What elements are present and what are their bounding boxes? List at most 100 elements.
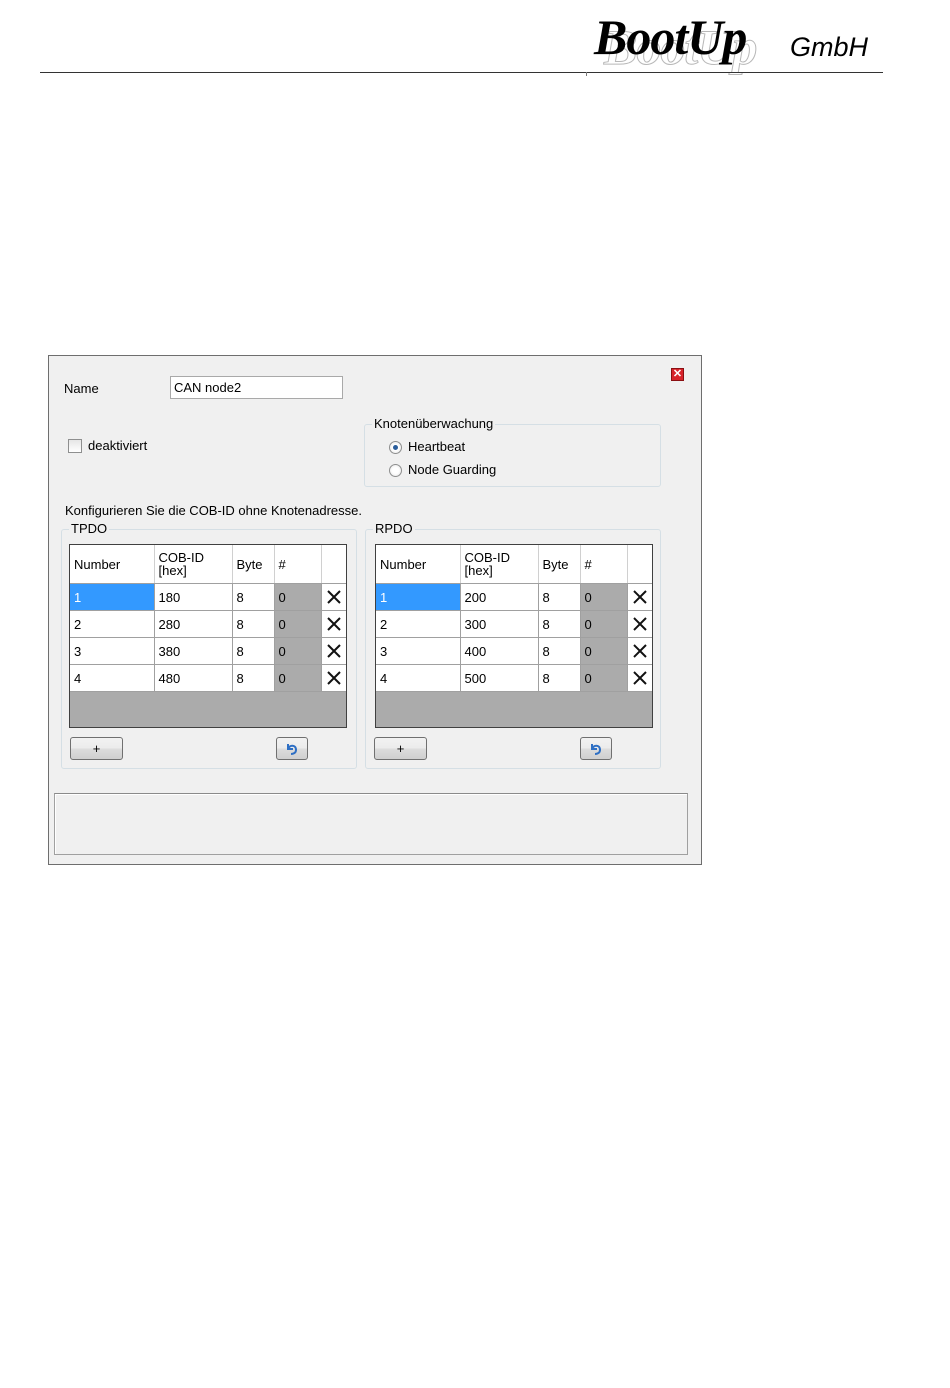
undo-icon [287,744,298,755]
delete-x-icon [632,671,647,685]
rpdo-byte-cell[interactable]: 8 [538,637,581,665]
rpdo-group-title: RPDO [373,521,415,536]
column-header-count[interactable]: # [580,545,628,584]
monitoring-group-title: Knotenüberwachung [372,416,496,431]
tpdo-byte-cell[interactable]: 8 [232,637,275,665]
tpdo-cob-id-cell[interactable]: 380 [154,637,233,665]
delete-row-button[interactable] [321,610,346,638]
heartbeat-label: Heartbeat [408,439,466,454]
column-header-count[interactable]: # [274,545,322,584]
rpdo-byte-cell[interactable]: 8 [538,583,581,611]
column-header-cob-id[interactable]: COB-ID [hex] [154,545,233,584]
column-header-number[interactable]: Number [376,545,461,584]
tpdo-count-cell: 0 [274,664,322,692]
table-row[interactable]: 2 300 8 0 [376,610,652,638]
delete-row-button[interactable] [627,583,652,611]
column-header-byte[interactable]: Byte [232,545,275,584]
rpdo-count-cell: 0 [580,664,628,692]
undo-tpdo-button[interactable] [276,737,308,760]
tpdo-number-cell[interactable]: 1 [70,583,155,611]
close-icon: ✕ [672,368,683,380]
tpdo-cob-id-cell[interactable]: 480 [154,664,233,692]
tpdo-byte-cell[interactable]: 8 [232,583,275,611]
add-rpdo-button[interactable]: + [374,737,427,760]
delete-row-button[interactable] [627,664,652,692]
tpdo-group: TPDO Number COB-ID [hex] Byte # 1 180 8 … [61,521,357,769]
delete-x-icon [326,617,341,631]
delete-row-button[interactable] [627,610,652,638]
tpdo-number-cell[interactable]: 3 [70,637,155,665]
add-tpdo-button-label: + [92,741,101,756]
can-node-dialog: ✕ Name deaktiviert Knotenüberwachung Hea… [48,355,702,865]
tpdo-byte-cell[interactable]: 8 [232,664,275,692]
table-row[interactable]: 4 500 8 0 [376,664,652,692]
column-header-cob-id-line2: [hex] [158,563,187,578]
rpdo-number-cell[interactable]: 3 [376,637,461,665]
add-rpdo-button-label: + [396,741,405,756]
rpdo-number-cell[interactable]: 1 [376,583,461,611]
rpdo-number-cell[interactable]: 2 [376,610,461,638]
rpdo-count-cell: 0 [580,610,628,638]
node-guarding-label: Node Guarding [408,462,497,477]
header-divider-tick [586,72,587,76]
column-header-number-label: Number [380,556,427,572]
header-divider [40,72,883,73]
rpdo-grid-header: Number COB-ID [hex] Byte # [376,545,652,584]
rpdo-number-cell[interactable]: 4 [376,664,461,692]
tpdo-count-cell: 0 [274,583,322,611]
table-row[interactable]: 1 200 8 0 [376,583,652,611]
close-button[interactable]: ✕ [671,368,684,381]
table-row[interactable]: 3 400 8 0 [376,637,652,665]
rpdo-count-cell: 0 [580,637,628,665]
column-header-cob-id[interactable]: COB-ID [hex] [460,545,539,584]
column-header-byte[interactable]: Byte [538,545,581,584]
rpdo-cob-id-cell[interactable]: 500 [460,664,539,692]
delete-x-icon [632,590,647,604]
column-header-number[interactable]: Number [70,545,155,584]
delete-x-icon [632,617,647,631]
table-row[interactable]: 1 180 8 0 [70,583,346,611]
rpdo-count-cell: 0 [580,583,628,611]
monitoring-group: Knotenüberwachung Heartbeat Node Guardin… [364,416,661,487]
undo-rpdo-button[interactable] [580,737,612,760]
delete-row-button[interactable] [321,583,346,611]
table-row[interactable]: 4 480 8 0 [70,664,346,692]
rpdo-byte-cell[interactable]: 8 [538,664,581,692]
rpdo-cob-id-cell[interactable]: 200 [460,583,539,611]
delete-row-button[interactable] [321,664,346,692]
name-input[interactable] [170,376,343,399]
rpdo-byte-cell[interactable]: 8 [538,610,581,638]
tpdo-cob-id-cell[interactable]: 280 [154,610,233,638]
table-row[interactable]: 3 380 8 0 [70,637,346,665]
tpdo-number-cell[interactable]: 4 [70,664,155,692]
add-tpdo-button[interactable]: + [70,737,123,760]
delete-x-icon [326,671,341,685]
logo-brand: BootUp [594,9,747,65]
heartbeat-radio[interactable] [389,441,402,454]
column-header-byte-label: Byte [236,556,263,572]
deactivated-checkbox[interactable] [68,439,82,453]
delete-row-button[interactable] [321,637,346,665]
tpdo-grid: Number COB-ID [hex] Byte # 1 180 8 0 2 2… [69,544,347,728]
tpdo-grid-header: Number COB-ID [hex] Byte # [70,545,346,584]
column-header-cob-id-line2: [hex] [464,563,493,578]
node-guarding-radio[interactable] [389,464,402,477]
column-header-count-label: # [584,556,592,572]
tpdo-count-cell: 0 [274,637,322,665]
rpdo-cob-id-cell[interactable]: 400 [460,637,539,665]
tpdo-number-cell[interactable]: 2 [70,610,155,638]
logo-suffix: GmbH [790,32,869,62]
column-header-number-label: Number [74,556,121,572]
deactivated-label: deaktiviert [88,438,148,453]
tpdo-byte-cell[interactable]: 8 [232,610,275,638]
column-header-delete [321,545,346,584]
column-header-byte-label: Byte [542,556,569,572]
undo-icon [591,744,602,755]
tpdo-cob-id-cell[interactable]: 180 [154,583,233,611]
company-logo: BootUp BootUp GmbH [594,8,868,76]
rpdo-cob-id-cell[interactable]: 300 [460,610,539,638]
delete-row-button[interactable] [627,637,652,665]
tpdo-group-title: TPDO [69,521,110,536]
table-row[interactable]: 2 280 8 0 [70,610,346,638]
delete-x-icon [326,644,341,658]
